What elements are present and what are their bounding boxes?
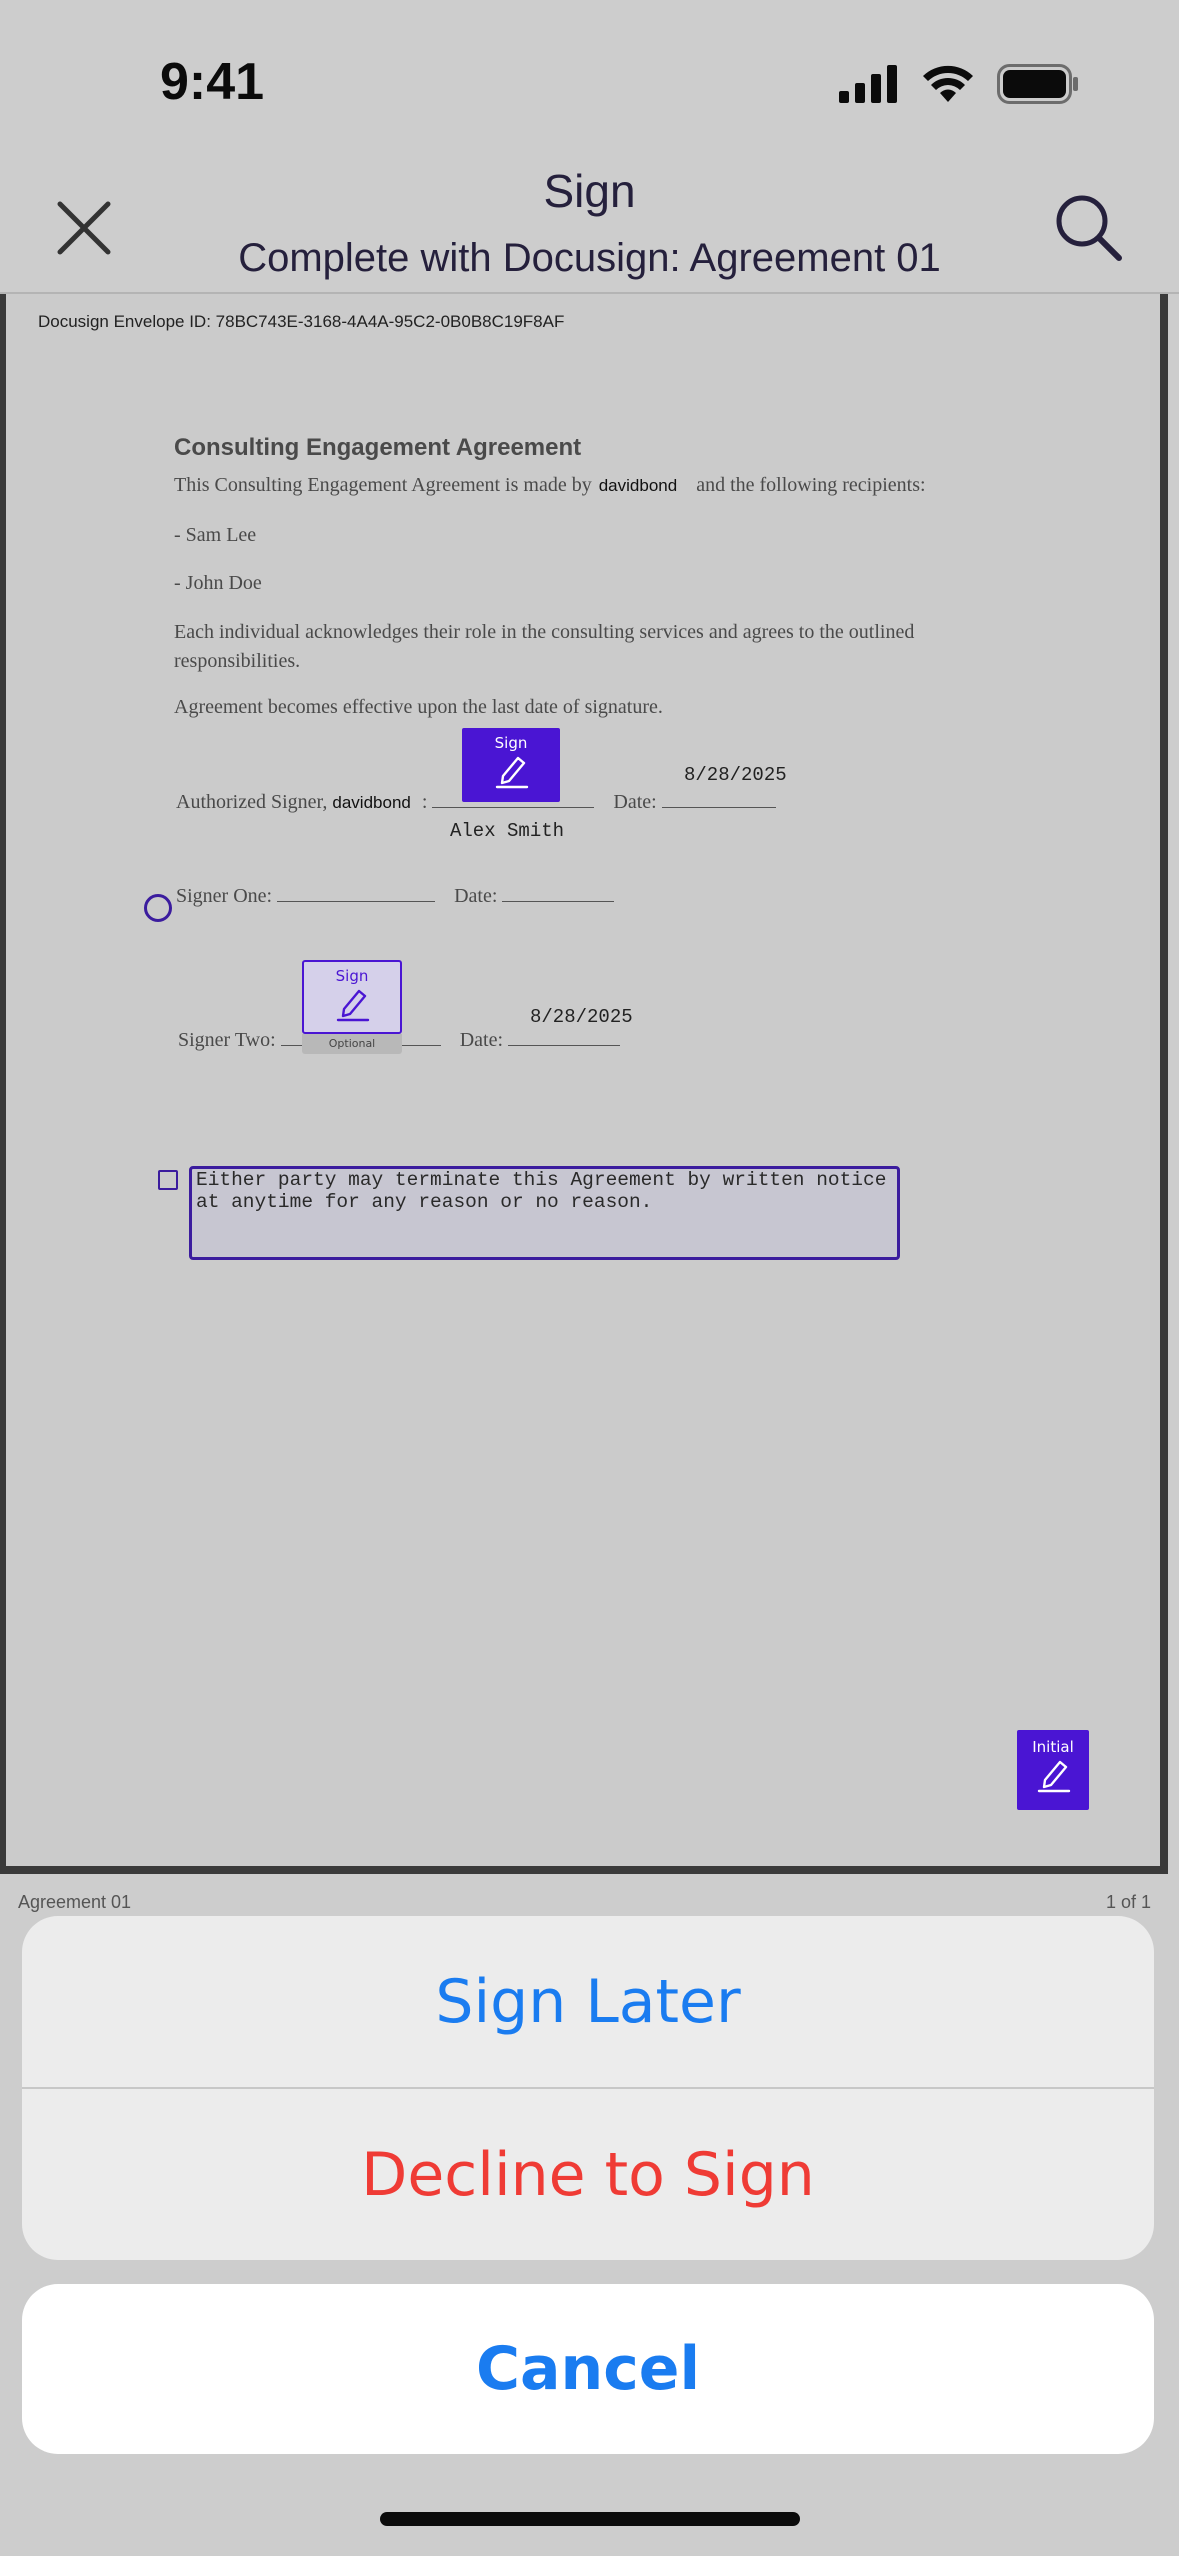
sign-tag-label: Sign	[335, 967, 369, 985]
authorized-signer-label: Authorized Signer,	[176, 791, 328, 813]
pen-icon	[1037, 1760, 1071, 1793]
authorized-date-value: 8/28/2025	[684, 764, 787, 786]
date-label: Date:	[459, 1029, 503, 1051]
navigation-header: Sign Complete with Docusign: Agreement 0…	[0, 150, 1179, 294]
signer-two-date-value: 8/28/2025	[530, 1006, 633, 1028]
home-indicator[interactable]	[380, 2512, 800, 2526]
date-label: Date:	[454, 885, 498, 907]
wifi-icon	[923, 65, 973, 102]
pen-icon	[336, 989, 370, 1022]
termination-text-field[interactable]: Either party may terminate this Agreemen…	[189, 1166, 900, 1260]
decline-to-sign-button[interactable]: Decline to Sign	[22, 2089, 1154, 2260]
page-title: Sign	[543, 165, 636, 217]
initial-tag[interactable]: Initial	[1017, 1730, 1089, 1810]
date-label: Date:	[613, 791, 657, 813]
recipient-1: - Sam Lee	[174, 524, 257, 546]
sign-tag-optional[interactable]: Sign	[302, 960, 402, 1034]
document-name-footer: Agreement 01	[18, 1892, 132, 1912]
cancel-button[interactable]: Cancel	[22, 2284, 1154, 2454]
document-title: Consulting Engagement Agreement	[174, 434, 582, 461]
status-time: 9:41	[160, 53, 265, 111]
action-sheet: Sign Later Decline to Sign	[22, 1916, 1154, 2260]
intro-line: This Consulting Engagement Agreement is …	[174, 474, 926, 497]
battery-icon	[997, 64, 1078, 104]
signer-one-label: Signer One:	[176, 885, 273, 907]
optional-badge: Optional	[302, 1034, 402, 1054]
status-bar: 9:41	[0, 0, 1179, 150]
signer-one-radio[interactable]	[144, 894, 172, 922]
authorized-signature-name: Alex Smith	[450, 820, 565, 842]
document-page: Docusign Envelope ID: 78BC743E-3168-4A4A…	[0, 294, 1168, 1874]
initial-tag-label: Initial	[1032, 1738, 1074, 1756]
signer-two-date-line	[508, 1028, 620, 1046]
status-icons	[839, 64, 1079, 104]
cellular-signal-icon	[839, 65, 897, 103]
intro-suffix: and the following recipients:	[696, 474, 926, 496]
intro-prefix: This Consulting Engagement Agreement is …	[174, 474, 592, 496]
pen-icon	[495, 756, 529, 789]
signer-two-label: Signer Two:	[178, 1029, 276, 1051]
date-line	[661, 790, 776, 808]
page-count: 1 of 1	[1105, 1892, 1151, 1912]
sign-tag-label: Sign	[494, 734, 528, 752]
termination-checkbox[interactable]	[158, 1170, 178, 1190]
search-icon[interactable]	[1053, 192, 1123, 262]
effective-paragraph: Agreement becomes effective upon the las…	[174, 696, 663, 718]
page-subtitle: Complete with Docusign: Agreement 01	[238, 236, 941, 280]
colon: :	[421, 791, 428, 813]
sign-tag-completed[interactable]: Sign	[462, 728, 560, 802]
intro-sender: davidbond	[598, 476, 678, 495]
signer-one-date-line	[502, 884, 615, 902]
signer-one-row: Signer One: Date:	[176, 884, 615, 908]
sign-later-button[interactable]: Sign Later	[22, 1916, 1154, 2087]
acknowledge-paragraph: Each individual acknowledges their role …	[174, 621, 915, 672]
recipient-2: - John Doe	[174, 572, 262, 594]
authorized-signer-name: davidbond	[332, 793, 411, 812]
signer-one-line	[277, 884, 436, 902]
envelope-id: Docusign Envelope ID: 78BC743E-3168-4A4A…	[38, 312, 565, 331]
